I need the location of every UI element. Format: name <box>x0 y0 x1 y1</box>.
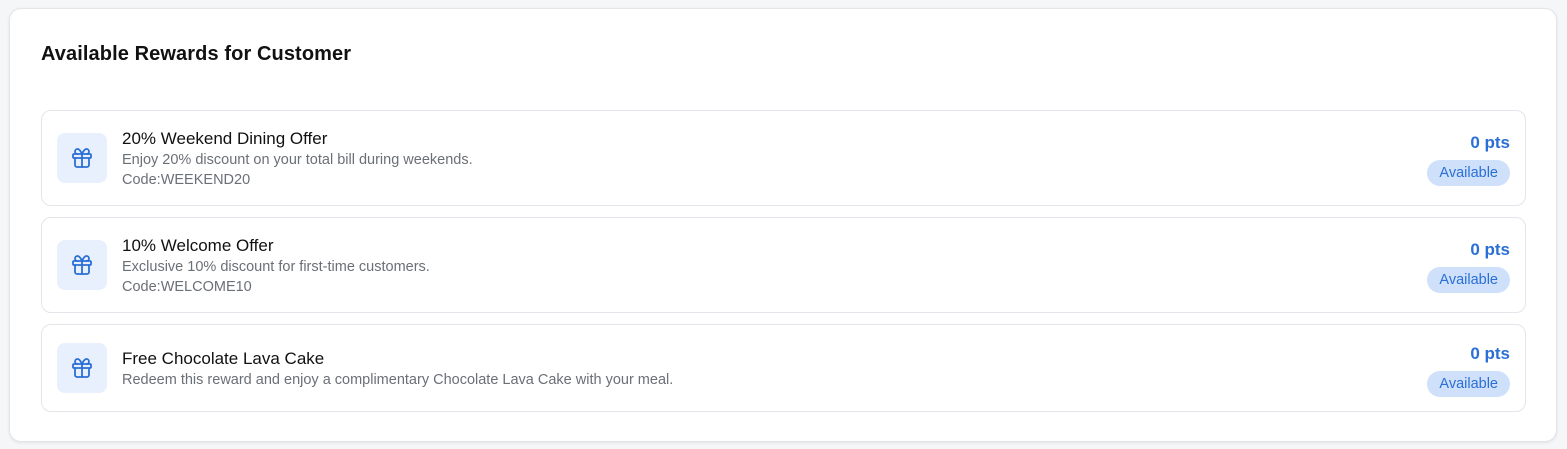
rewards-panel: Available Rewards for Customer 20% Weeke… <box>9 8 1557 442</box>
reward-item[interactable]: 10% Welcome Offer Exclusive 10% discount… <box>41 217 1526 313</box>
reward-description: Enjoy 20% discount on your total bill du… <box>122 152 473 168</box>
reward-description: Exclusive 10% discount for first-time cu… <box>122 259 430 275</box>
reward-name: Free Chocolate Lava Cake <box>122 349 325 368</box>
reward-code: Code:WELCOME10 <box>122 279 252 295</box>
reward-meta: 0 pts Available <box>1427 238 1510 293</box>
reward-points: 0 pts <box>1470 240 1510 259</box>
reward-info: 20% Weekend Dining Offer Enjoy 20% disco… <box>122 128 473 190</box>
reward-name: 10% Welcome Offer <box>122 236 274 255</box>
gift-icon <box>57 240 107 290</box>
reward-meta: 0 pts Available <box>1427 342 1510 397</box>
status-badge: Available <box>1427 160 1510 186</box>
reward-name: 20% Weekend Dining Offer <box>122 129 328 148</box>
reward-info: 10% Welcome Offer Exclusive 10% discount… <box>122 235 430 297</box>
reward-item[interactable]: Free Chocolate Lava Cake Redeem this rew… <box>41 324 1526 412</box>
reward-info: Free Chocolate Lava Cake Redeem this rew… <box>122 348 673 390</box>
gift-icon <box>57 343 107 393</box>
panel-title: Available Rewards for Customer <box>41 43 352 65</box>
reward-meta: 0 pts Available <box>1427 131 1510 186</box>
reward-item[interactable]: 20% Weekend Dining Offer Enjoy 20% disco… <box>41 110 1526 206</box>
reward-points: 0 pts <box>1470 133 1510 152</box>
reward-description: Redeem this reward and enjoy a complimen… <box>122 372 674 388</box>
reward-points: 0 pts <box>1470 344 1510 363</box>
status-badge: Available <box>1427 371 1510 397</box>
gift-icon <box>57 133 107 183</box>
reward-code: Code:WEEKEND20 <box>122 172 251 188</box>
status-badge: Available <box>1427 267 1510 293</box>
